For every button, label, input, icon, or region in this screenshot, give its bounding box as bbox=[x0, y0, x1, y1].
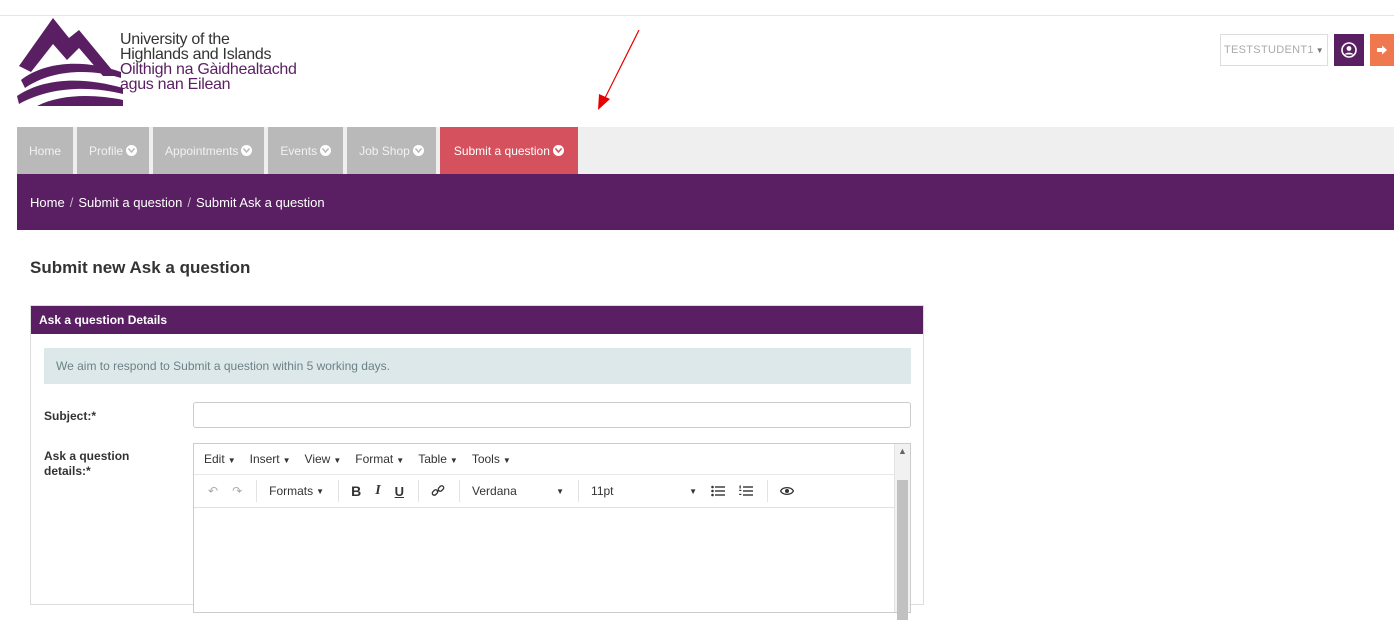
font-size-select[interactable]: 11pt ▼ bbox=[591, 484, 697, 498]
toolbar-divider bbox=[767, 480, 769, 502]
editor-content-area[interactable] bbox=[194, 508, 895, 612]
menu-format[interactable]: Format ▼ bbox=[355, 452, 404, 466]
chevron-circle-down-icon bbox=[552, 145, 564, 156]
breadcrumb-current: Submit Ask a question bbox=[196, 194, 325, 210]
editor-scrollbar[interactable]: ▲ bbox=[894, 444, 910, 620]
toolbar-divider bbox=[578, 480, 580, 502]
caret-down-icon: ▼ bbox=[689, 486, 698, 496]
uhi-emblem-icon bbox=[17, 18, 123, 106]
logout-button[interactable] bbox=[1370, 34, 1394, 66]
details-label-line-1: Ask a question bbox=[44, 449, 130, 463]
scroll-up-icon[interactable]: ▲ bbox=[898, 446, 907, 456]
details-label-line-2: details:* bbox=[44, 464, 91, 478]
numbered-list-icon[interactable] bbox=[739, 485, 754, 497]
nav-job-shop-label: Job Shop bbox=[359, 143, 410, 158]
breadcrumb-bar: Home / Submit a question / Submit Ask a ques… bbox=[17, 174, 1394, 230]
bullet-list-icon[interactable] bbox=[711, 485, 726, 497]
scrollbar-thumb[interactable] bbox=[897, 480, 908, 620]
toolbar-divider bbox=[459, 480, 461, 502]
user-area: TESTSTUDENT1 ▼ bbox=[1220, 34, 1394, 66]
sign-out-icon bbox=[1377, 45, 1387, 55]
logo-line-2: Highlands and Islands bbox=[120, 46, 272, 63]
formats-dropdown[interactable]: Formats ▼ bbox=[269, 484, 324, 498]
toolbar-divider bbox=[418, 480, 420, 502]
annotation-arrow-icon bbox=[598, 30, 640, 110]
nav-job-shop[interactable]: Job Shop bbox=[347, 127, 436, 174]
menu-insert[interactable]: Insert ▼ bbox=[250, 452, 291, 466]
page-title: Submit new Ask a question bbox=[30, 258, 251, 277]
nav-submit-a-question[interactable]: Submit a question bbox=[439, 127, 578, 174]
underline-button[interactable]: U bbox=[395, 484, 404, 499]
logo-line-4: agus nan Eilean bbox=[120, 76, 231, 93]
breadcrumb-separator: / bbox=[69, 194, 74, 210]
user-circle-icon bbox=[1341, 42, 1357, 58]
toolbar-divider bbox=[256, 480, 258, 502]
menu-tools[interactable]: Tools ▼ bbox=[472, 452, 511, 466]
toolbar-divider bbox=[338, 480, 340, 502]
menu-format-label: Format bbox=[355, 452, 394, 466]
chevron-circle-down-icon bbox=[126, 145, 138, 156]
preview-eye-icon[interactable] bbox=[780, 486, 795, 496]
question-details-panel: Ask a question Details We aim to respond… bbox=[30, 305, 924, 620]
logo-line-1: University of the bbox=[120, 31, 230, 48]
menu-edit[interactable]: Edit ▼ bbox=[204, 452, 236, 466]
nav-submit-a-question-label: Submit a question bbox=[453, 143, 550, 158]
editor-toolbar: ↶ ↷ Formats ▼ B I U Verdana ▼ 11pt ▼ bbox=[194, 475, 910, 508]
subject-label: Subject:* bbox=[44, 409, 97, 423]
formats-label: Formats bbox=[269, 484, 314, 498]
panel-heading: Ask a question Details bbox=[31, 306, 923, 334]
chevron-circle-down-icon bbox=[241, 145, 253, 156]
undo-icon[interactable]: ↶ bbox=[208, 484, 218, 498]
bold-button[interactable]: B bbox=[351, 483, 361, 499]
caret-down-icon: ▼ bbox=[556, 486, 565, 496]
breadcrumb-home[interactable]: Home bbox=[30, 195, 65, 210]
nav-home[interactable]: Home bbox=[17, 127, 74, 174]
university-name: University of the Highlands and Islands … bbox=[120, 31, 297, 93]
nav-appointments-label: Appointments bbox=[165, 143, 239, 158]
nav-profile-label: Profile bbox=[89, 143, 124, 158]
details-label: Ask a question details:* bbox=[44, 449, 129, 479]
logo-line-3: Oilthigh na Gàidhealtachd bbox=[120, 61, 297, 78]
nav-appointments[interactable]: Appointments bbox=[153, 127, 265, 174]
menu-view[interactable]: View ▼ bbox=[305, 452, 342, 466]
redo-icon[interactable]: ↷ bbox=[232, 484, 242, 498]
menu-edit-label: Edit bbox=[204, 452, 225, 466]
caret-down-icon: ▼ bbox=[316, 486, 325, 496]
breadcrumb-submit-a-question[interactable]: Submit a question bbox=[78, 195, 182, 210]
caret-down-icon: ▼ bbox=[1315, 45, 1324, 55]
font-family-value: Verdana bbox=[472, 484, 517, 498]
breadcrumb-separator: / bbox=[187, 194, 192, 210]
nav-events-label: Events bbox=[280, 143, 318, 158]
chevron-circle-down-icon bbox=[412, 145, 424, 156]
nav-events[interactable]: Events bbox=[268, 127, 344, 174]
menu-table[interactable]: Table ▼ bbox=[418, 452, 458, 466]
menu-view-label: View bbox=[304, 452, 331, 466]
caret-down-icon: ▼ bbox=[282, 456, 291, 465]
font-size-value: 11pt bbox=[591, 484, 614, 498]
menu-tools-label: Tools bbox=[471, 452, 500, 466]
nav-profile[interactable]: Profile bbox=[77, 127, 150, 174]
font-family-select[interactable]: Verdana ▼ bbox=[472, 484, 564, 498]
info-alert: We aim to respond to Submit a question w… bbox=[44, 348, 911, 384]
italic-button[interactable]: I bbox=[375, 483, 380, 499]
user-name: TESTSTUDENT1 bbox=[1224, 44, 1314, 56]
caret-down-icon: ▼ bbox=[227, 456, 236, 465]
subject-input[interactable] bbox=[193, 402, 911, 428]
breadcrumb: Home / Submit a question / Submit Ask a ques… bbox=[17, 195, 325, 210]
menu-insert-label: Insert bbox=[249, 452, 280, 466]
main-navigation: Home Profile Appointments Events Job Sho… bbox=[17, 127, 1394, 174]
chevron-circle-down-icon bbox=[320, 145, 332, 156]
nav-home-label: Home bbox=[29, 143, 62, 158]
caret-down-icon: ▼ bbox=[396, 456, 405, 465]
caret-down-icon: ▼ bbox=[449, 456, 458, 465]
link-icon[interactable] bbox=[431, 484, 445, 498]
editor-menubar: Edit ▼ Insert ▼ View ▼ Format ▼ Table ▼ Tools… bbox=[194, 444, 910, 475]
caret-down-icon: ▼ bbox=[502, 456, 511, 465]
user-menu-dropdown[interactable]: TESTSTUDENT1 ▼ bbox=[1220, 34, 1328, 66]
menu-table-label: Table bbox=[418, 452, 447, 466]
profile-button[interactable] bbox=[1334, 34, 1364, 66]
caret-down-icon: ▼ bbox=[333, 456, 342, 465]
